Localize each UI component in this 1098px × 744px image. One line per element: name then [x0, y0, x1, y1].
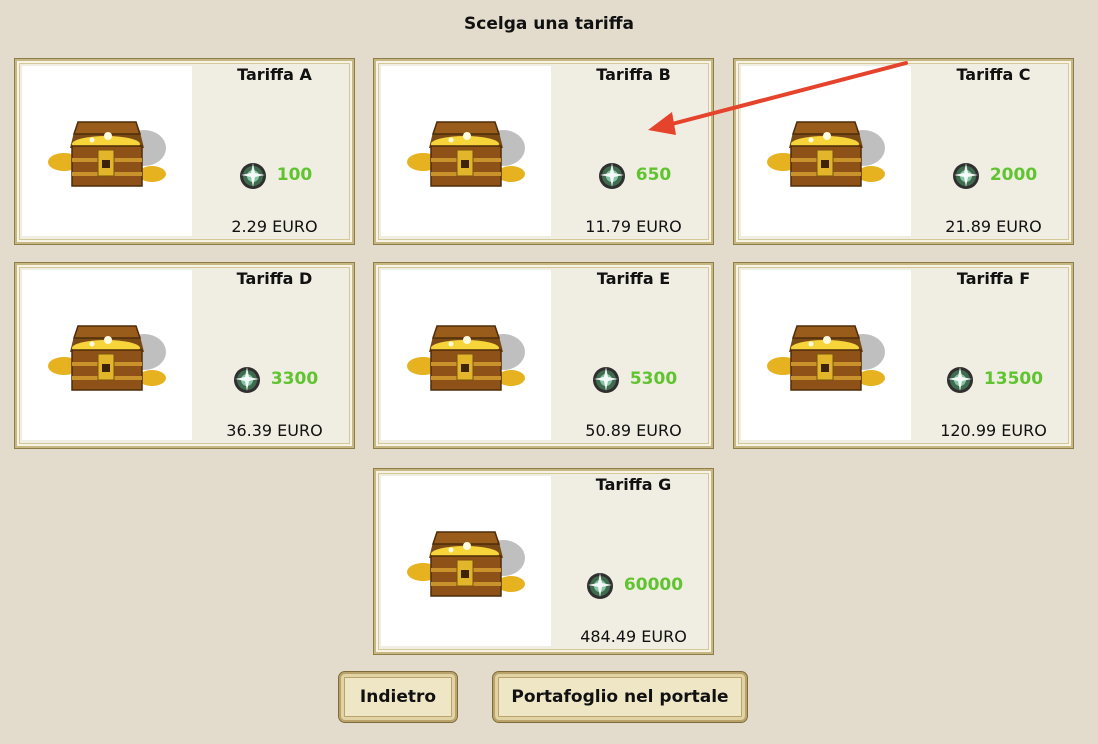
tariff-card-d[interactable]: Tariffa D 3300 36.39 EURO: [14, 262, 355, 449]
tariff-card-b[interactable]: Tariffa B 650 11.79 EURO: [373, 58, 714, 245]
amount-value: 100: [276, 165, 313, 185]
gem-amount: 3300: [197, 363, 352, 395]
gem-amount: 60000: [556, 569, 711, 601]
chest-image: [22, 270, 192, 440]
amount-value: 2000: [989, 165, 1038, 185]
gem-amount: 100: [197, 159, 352, 191]
price-label: 36.39 EURO: [226, 421, 323, 440]
treasure-chest-icon: [403, 112, 533, 192]
crystal-gem-icon: [231, 363, 263, 395]
tariff-name: Tariffa C: [956, 65, 1031, 84]
chest-image: [741, 66, 911, 236]
page-title: Scelga una tariffa: [464, 14, 634, 34]
gem-amount: 5300: [556, 363, 711, 395]
price-label: 484.49 EURO: [580, 627, 687, 646]
gem-amount: 2000: [916, 159, 1071, 191]
amount-value: 5300: [629, 369, 678, 389]
treasure-chest-icon: [763, 316, 893, 396]
price-label: 11.79 EURO: [585, 217, 682, 236]
gem-amount: 13500: [916, 363, 1071, 395]
price-label: 50.89 EURO: [585, 421, 682, 440]
crystal-gem-icon: [590, 363, 622, 395]
chest-image: [381, 66, 551, 236]
crystal-gem-icon: [596, 159, 628, 191]
treasure-chest-icon: [44, 316, 174, 396]
tariff-name: Tariffa A: [237, 65, 312, 84]
treasure-chest-icon: [44, 112, 174, 192]
chest-image: [381, 270, 551, 440]
tariff-name: Tariffa F: [956, 269, 1031, 288]
portal-wallet-button-label: Portafoglio nel portale: [511, 687, 729, 707]
crystal-gem-icon: [950, 159, 982, 191]
back-button[interactable]: Indietro: [338, 671, 458, 723]
price-label: 2.29 EURO: [231, 217, 318, 236]
tariff-name: Tariffa E: [596, 269, 671, 288]
crystal-gem-icon: [237, 159, 269, 191]
tariff-name: Tariffa D: [236, 269, 313, 288]
chest-image: [381, 476, 551, 646]
chest-image: [741, 270, 911, 440]
back-button-label: Indietro: [359, 687, 437, 707]
tariff-card-a[interactable]: Tariffa A 100 2.29 EURO: [14, 58, 355, 245]
tariff-card-f[interactable]: Tariffa F 13500 120.99 EURO: [733, 262, 1074, 449]
portal-wallet-button[interactable]: Portafoglio nel portale: [492, 671, 748, 723]
crystal-gem-icon: [584, 569, 616, 601]
amount-value: 650: [635, 165, 672, 185]
treasure-chest-icon: [763, 112, 893, 192]
tariff-name: Tariffa B: [596, 65, 671, 84]
amount-value: 3300: [270, 369, 319, 389]
tariff-card-g[interactable]: Tariffa G 60000 484.49 EURO: [373, 468, 714, 655]
tariff-card-c[interactable]: Tariffa C 2000 21.89 EURO: [733, 58, 1074, 245]
tariff-card-e[interactable]: Tariffa E 5300 50.89 EURO: [373, 262, 714, 449]
price-label: 21.89 EURO: [945, 217, 1042, 236]
crystal-gem-icon: [944, 363, 976, 395]
amount-value: 60000: [623, 575, 684, 595]
treasure-chest-icon: [403, 522, 533, 602]
gem-amount: 650: [556, 159, 711, 191]
chest-image: [22, 66, 192, 236]
tariff-name: Tariffa G: [595, 475, 672, 494]
treasure-chest-icon: [403, 316, 533, 396]
price-label: 120.99 EURO: [940, 421, 1047, 440]
amount-value: 13500: [983, 369, 1044, 389]
